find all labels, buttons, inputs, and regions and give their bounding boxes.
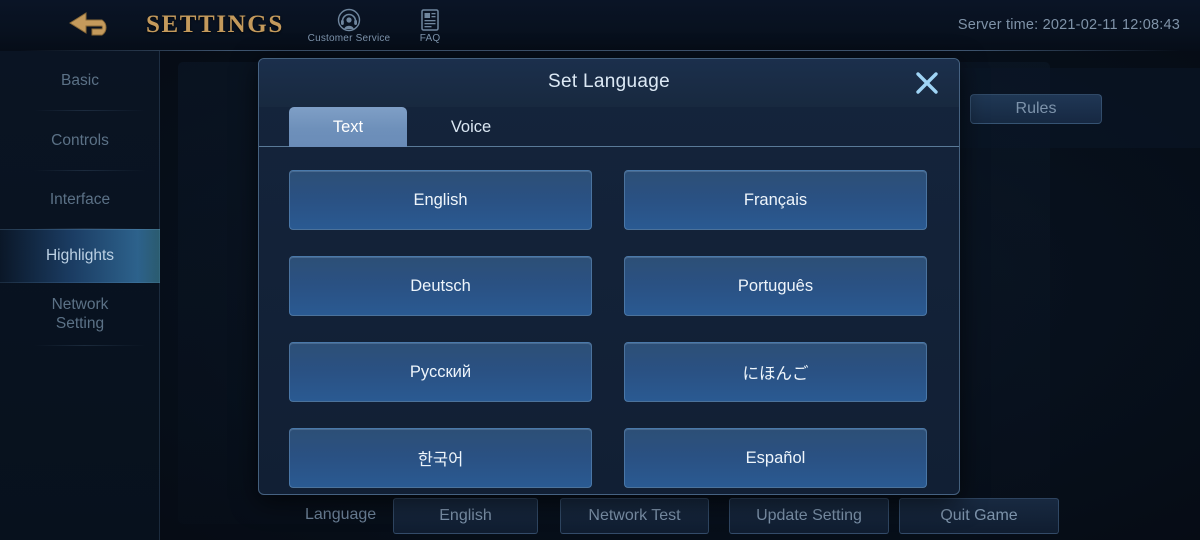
server-time: Server time: 2021-02-11 12:08:43 xyxy=(957,17,1180,33)
faq-button[interactable]: FAQ xyxy=(388,8,472,44)
back-arrow-icon[interactable] xyxy=(66,8,122,42)
rules-button[interactable]: Rules xyxy=(970,94,1102,124)
language-option-portugues[interactable]: Português xyxy=(624,256,927,316)
document-icon xyxy=(388,8,472,32)
tab-text[interactable]: Text xyxy=(289,107,407,147)
language-option-russkiy[interactable]: Русский xyxy=(289,342,592,402)
language-value-button[interactable]: English xyxy=(393,498,538,534)
update-setting-button[interactable]: Update Setting xyxy=(729,498,889,534)
sidebar-item-basic[interactable]: Basic xyxy=(0,51,160,111)
language-option-deutsch[interactable]: Deutsch xyxy=(289,256,592,316)
language-grid: English Français Deutsch Português Русск… xyxy=(289,170,929,488)
network-test-button[interactable]: Network Test xyxy=(560,498,709,534)
quit-game-button[interactable]: Quit Game xyxy=(899,498,1059,534)
language-option-espanol[interactable]: Español xyxy=(624,428,927,488)
set-language-dialog: Set Language Text Voice English Français… xyxy=(258,58,960,495)
language-option-francais[interactable]: Français xyxy=(624,170,927,230)
sidebar-item-highlights[interactable]: Highlights xyxy=(0,229,160,283)
bottom-toolbar: Language English Network Test Update Set… xyxy=(160,492,1200,540)
rules-card: Rules xyxy=(938,68,1200,148)
sidebar-item-label: Highlights xyxy=(45,246,115,264)
dialog-title: Set Language xyxy=(548,71,670,92)
sidebar-item-label: Interface xyxy=(49,190,111,208)
dialog-header: Set Language xyxy=(259,59,959,107)
language-list-scroll[interactable]: English Français Deutsch Português Русск… xyxy=(259,147,959,494)
headset-icon xyxy=(307,8,391,32)
settings-screen: SETTINGS Customer Service FAQ Server tim… xyxy=(0,0,1200,540)
page-title: SETTINGS xyxy=(146,11,284,38)
language-label: Language xyxy=(305,506,377,523)
sidebar-item-interface[interactable]: Interface xyxy=(0,171,160,229)
sidebar-item-network-setting[interactable]: Network Setting xyxy=(0,283,160,346)
customer-service-button[interactable]: Customer Service xyxy=(307,8,391,44)
sidebar-item-label: Controls xyxy=(51,131,109,149)
dialog-tabs: Text Voice xyxy=(259,107,959,147)
tab-voice[interactable]: Voice xyxy=(421,107,521,147)
language-option-nihongo[interactable]: にほんご xyxy=(624,342,927,402)
close-icon[interactable] xyxy=(912,68,942,98)
customer-service-label: Customer Service xyxy=(307,33,391,44)
sidebar-item-label: Basic xyxy=(61,71,99,89)
sidebar: Basic Controls Interface Highlights Netw… xyxy=(0,51,160,540)
faq-label: FAQ xyxy=(419,33,441,44)
sidebar-item-controls[interactable]: Controls xyxy=(0,111,160,171)
sidebar-item-label: Network Setting xyxy=(51,296,109,332)
language-option-korean[interactable]: 한국어 xyxy=(289,428,592,488)
top-bar: SETTINGS Customer Service FAQ Server tim… xyxy=(0,0,1200,51)
language-option-english[interactable]: English xyxy=(289,170,592,230)
